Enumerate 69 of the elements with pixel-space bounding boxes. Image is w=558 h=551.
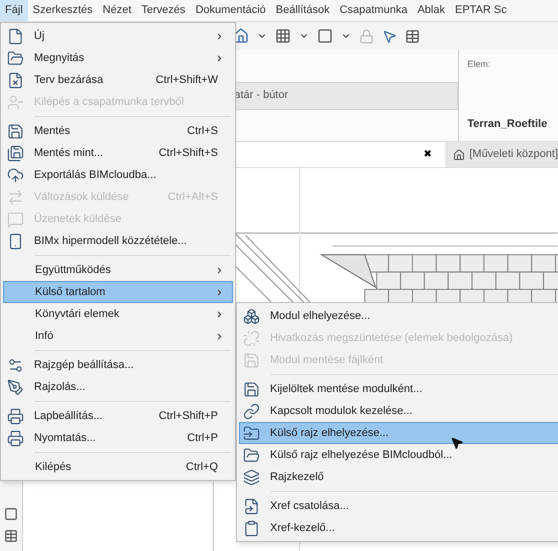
menubar-item[interactable]: Tervezés <box>136 0 190 21</box>
menu-item[interactable]: Modul elhelyezése... <box>239 305 558 327</box>
file-close-icon <box>7 72 24 88</box>
menu-item[interactable]: Xref-kezelő... <box>239 517 558 539</box>
menubar-item[interactable]: Csapatmunka <box>334 0 412 21</box>
menu-item[interactable]: Mentés mint... Ctrl+Shift+S <box>3 142 233 164</box>
file-link-icon <box>243 498 260 514</box>
menu-item[interactable]: Külső tartalom <box>3 281 233 303</box>
menubar-item[interactable]: Ablak <box>412 0 450 21</box>
close-button[interactable]: ✖ <box>423 147 436 162</box>
menu-item[interactable]: Kilépés Ctrl+Q <box>3 456 233 478</box>
save-icon <box>243 380 260 398</box>
menu-item[interactable]: Rajzgép beállítása... <box>3 354 233 376</box>
square-icon[interactable] <box>317 28 334 44</box>
user-icon <box>7 94 24 110</box>
menu-item[interactable]: Könyvtári elemek <box>3 303 233 325</box>
home-icon[interactable] <box>233 28 250 44</box>
settings-icon <box>7 356 24 374</box>
pointer-icon[interactable] <box>382 28 398 44</box>
menubar-item[interactable]: Beállítások <box>270 0 335 21</box>
clipboard-icon <box>243 520 260 536</box>
folder-icon <box>243 424 260 442</box>
menu-item[interactable]: Xref csatolása... <box>239 495 558 517</box>
menubar-item[interactable]: Dokumentáció <box>190 0 271 21</box>
menu-item[interactable]: Mentés Ctrl+S <box>3 120 233 142</box>
cloud-upload-icon <box>7 166 24 184</box>
menu-item[interactable]: Exportálás BIMcloudba... <box>3 164 233 186</box>
grid-icon[interactable] <box>275 28 292 44</box>
phone-icon <box>7 232 24 250</box>
message-icon <box>7 210 24 228</box>
element-name: Terran_Roeftile <box>467 116 548 132</box>
menu-item[interactable]: Nyomtatás... Ctrl+P <box>3 427 233 449</box>
menubar-item[interactable]: Szerkesztés <box>28 0 98 21</box>
folder-icon <box>7 50 24 66</box>
menu-item[interactable]: Külső rajz elhelyezése BIMcloudból... <box>239 444 558 466</box>
menu-item[interactable]: Új <box>3 25 233 47</box>
menu-item[interactable]: Kijelöltek mentése modulként... <box>239 378 558 400</box>
table-icon[interactable] <box>405 28 420 44</box>
link-icon <box>243 402 260 420</box>
cursor-icon <box>450 436 464 450</box>
menu-item[interactable]: Együttműködés <box>3 259 233 281</box>
view-tab[interactable]: [Műveleti központ] <box>445 142 558 167</box>
menu-item[interactable]: Megnyitás <box>3 47 233 69</box>
printer-icon <box>7 430 24 446</box>
menu-item[interactable]: Rajzkezelő <box>239 466 558 488</box>
folder-icon <box>243 446 260 464</box>
arrows-icon <box>7 188 24 206</box>
menubar-item[interactable]: Fájl <box>0 0 28 21</box>
menu-item[interactable]: Lapbeállítás... Ctrl+Shift+P <box>3 405 233 427</box>
wall-tool-icon[interactable] <box>4 507 18 521</box>
boxes-icon <box>243 308 260 324</box>
layers-icon <box>243 468 260 486</box>
menu-item[interactable]: Külső rajz elhelyezése... <box>239 422 558 444</box>
menubar-item[interactable]: Nézet <box>98 0 136 21</box>
printer-icon <box>7 408 24 424</box>
save-icon <box>243 352 260 368</box>
element-label: Elem: <box>467 58 492 71</box>
unlink-icon <box>243 330 260 346</box>
save-icon <box>7 122 24 140</box>
menu-item[interactable]: BIMx hipermodell közzététele... <box>3 230 233 252</box>
menu-item[interactable]: Kapcsolt modulok kezelése... <box>239 400 558 422</box>
menu-item[interactable]: Rajzolás... <box>3 376 233 398</box>
save-as-icon <box>7 144 24 162</box>
menu-item[interactable]: Infó <box>3 325 233 347</box>
menubar-item[interactable]: EPTAR Sc <box>450 0 512 21</box>
grid-tool-icon[interactable] <box>4 529 18 543</box>
building-icon <box>453 148 466 160</box>
pen-icon <box>7 378 24 396</box>
file-icon <box>7 28 24 44</box>
